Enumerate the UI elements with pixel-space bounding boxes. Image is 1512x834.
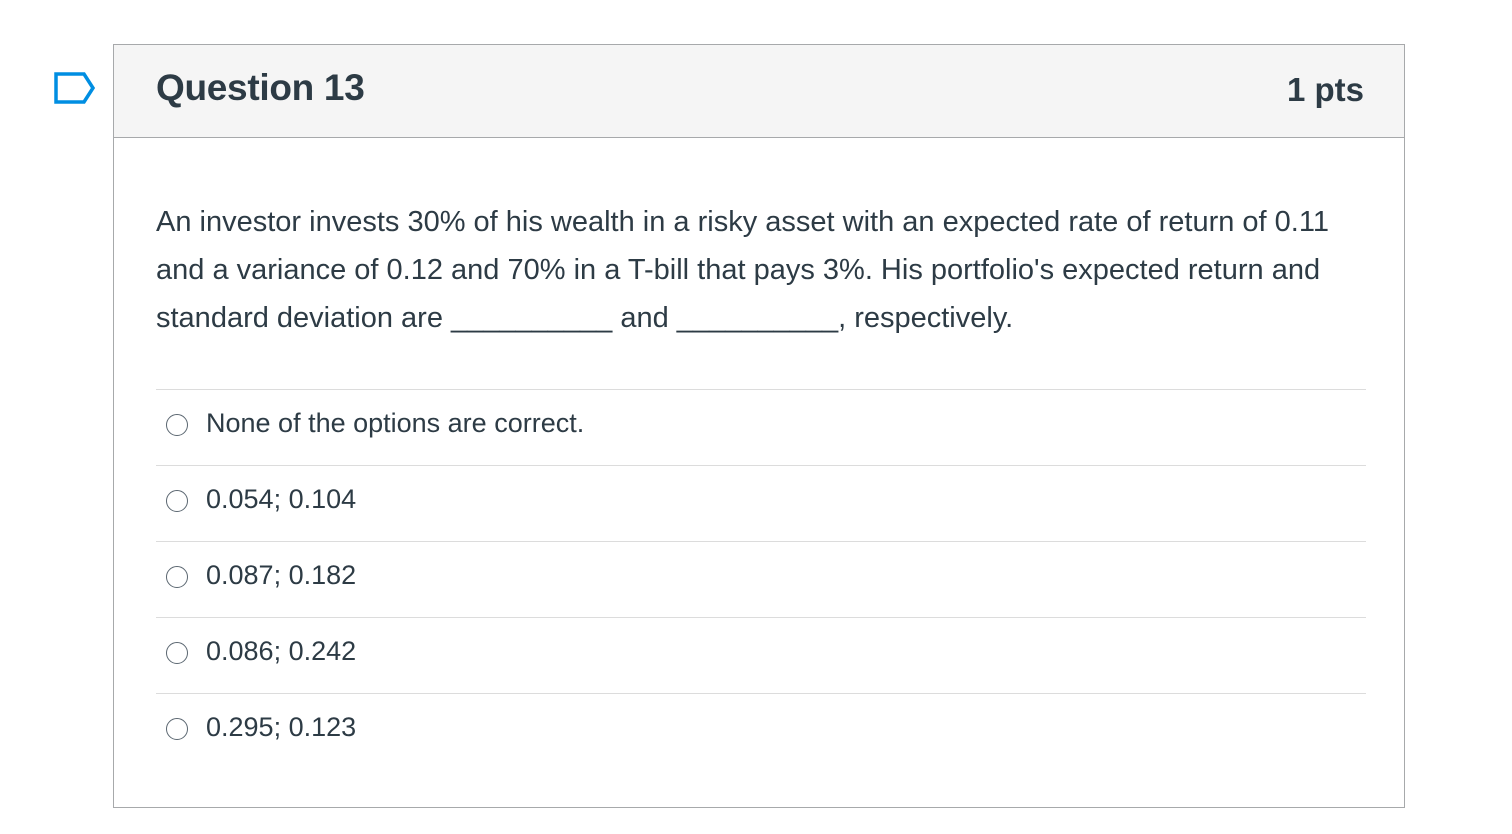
question-title: Question 13 [156, 67, 365, 108]
answer-option[interactable]: None of the options are correct. [156, 389, 1366, 465]
answer-option[interactable]: 0.054; 0.104 [156, 465, 1366, 541]
question-card: Question 13 1 pts An investor invests 30… [113, 44, 1405, 808]
answer-option[interactable]: 0.086; 0.242 [156, 617, 1366, 693]
flag-question-icon[interactable] [53, 70, 97, 106]
radio-button[interactable] [166, 490, 188, 512]
answer-option[interactable]: 0.087; 0.182 [156, 541, 1366, 617]
question-points: 1 pts [1286, 71, 1364, 108]
question-header: Question 13 1 pts [114, 45, 1404, 138]
answer-label[interactable]: 0.295; 0.123 [206, 712, 356, 743]
radio-button[interactable] [166, 414, 188, 436]
radio-button[interactable] [166, 718, 188, 740]
answer-label[interactable]: 0.054; 0.104 [206, 484, 356, 515]
radio-button[interactable] [166, 642, 188, 664]
question-text: An investor invests 30% of his wealth in… [156, 206, 1329, 334]
answer-option[interactable]: 0.295; 0.123 [156, 693, 1366, 769]
answer-list: None of the options are correct. 0.054; … [156, 389, 1366, 769]
answer-label[interactable]: 0.087; 0.182 [206, 560, 356, 591]
answer-label[interactable]: 0.086; 0.242 [206, 636, 356, 667]
answer-label[interactable]: None of the options are correct. [206, 408, 584, 439]
radio-button[interactable] [166, 566, 188, 588]
